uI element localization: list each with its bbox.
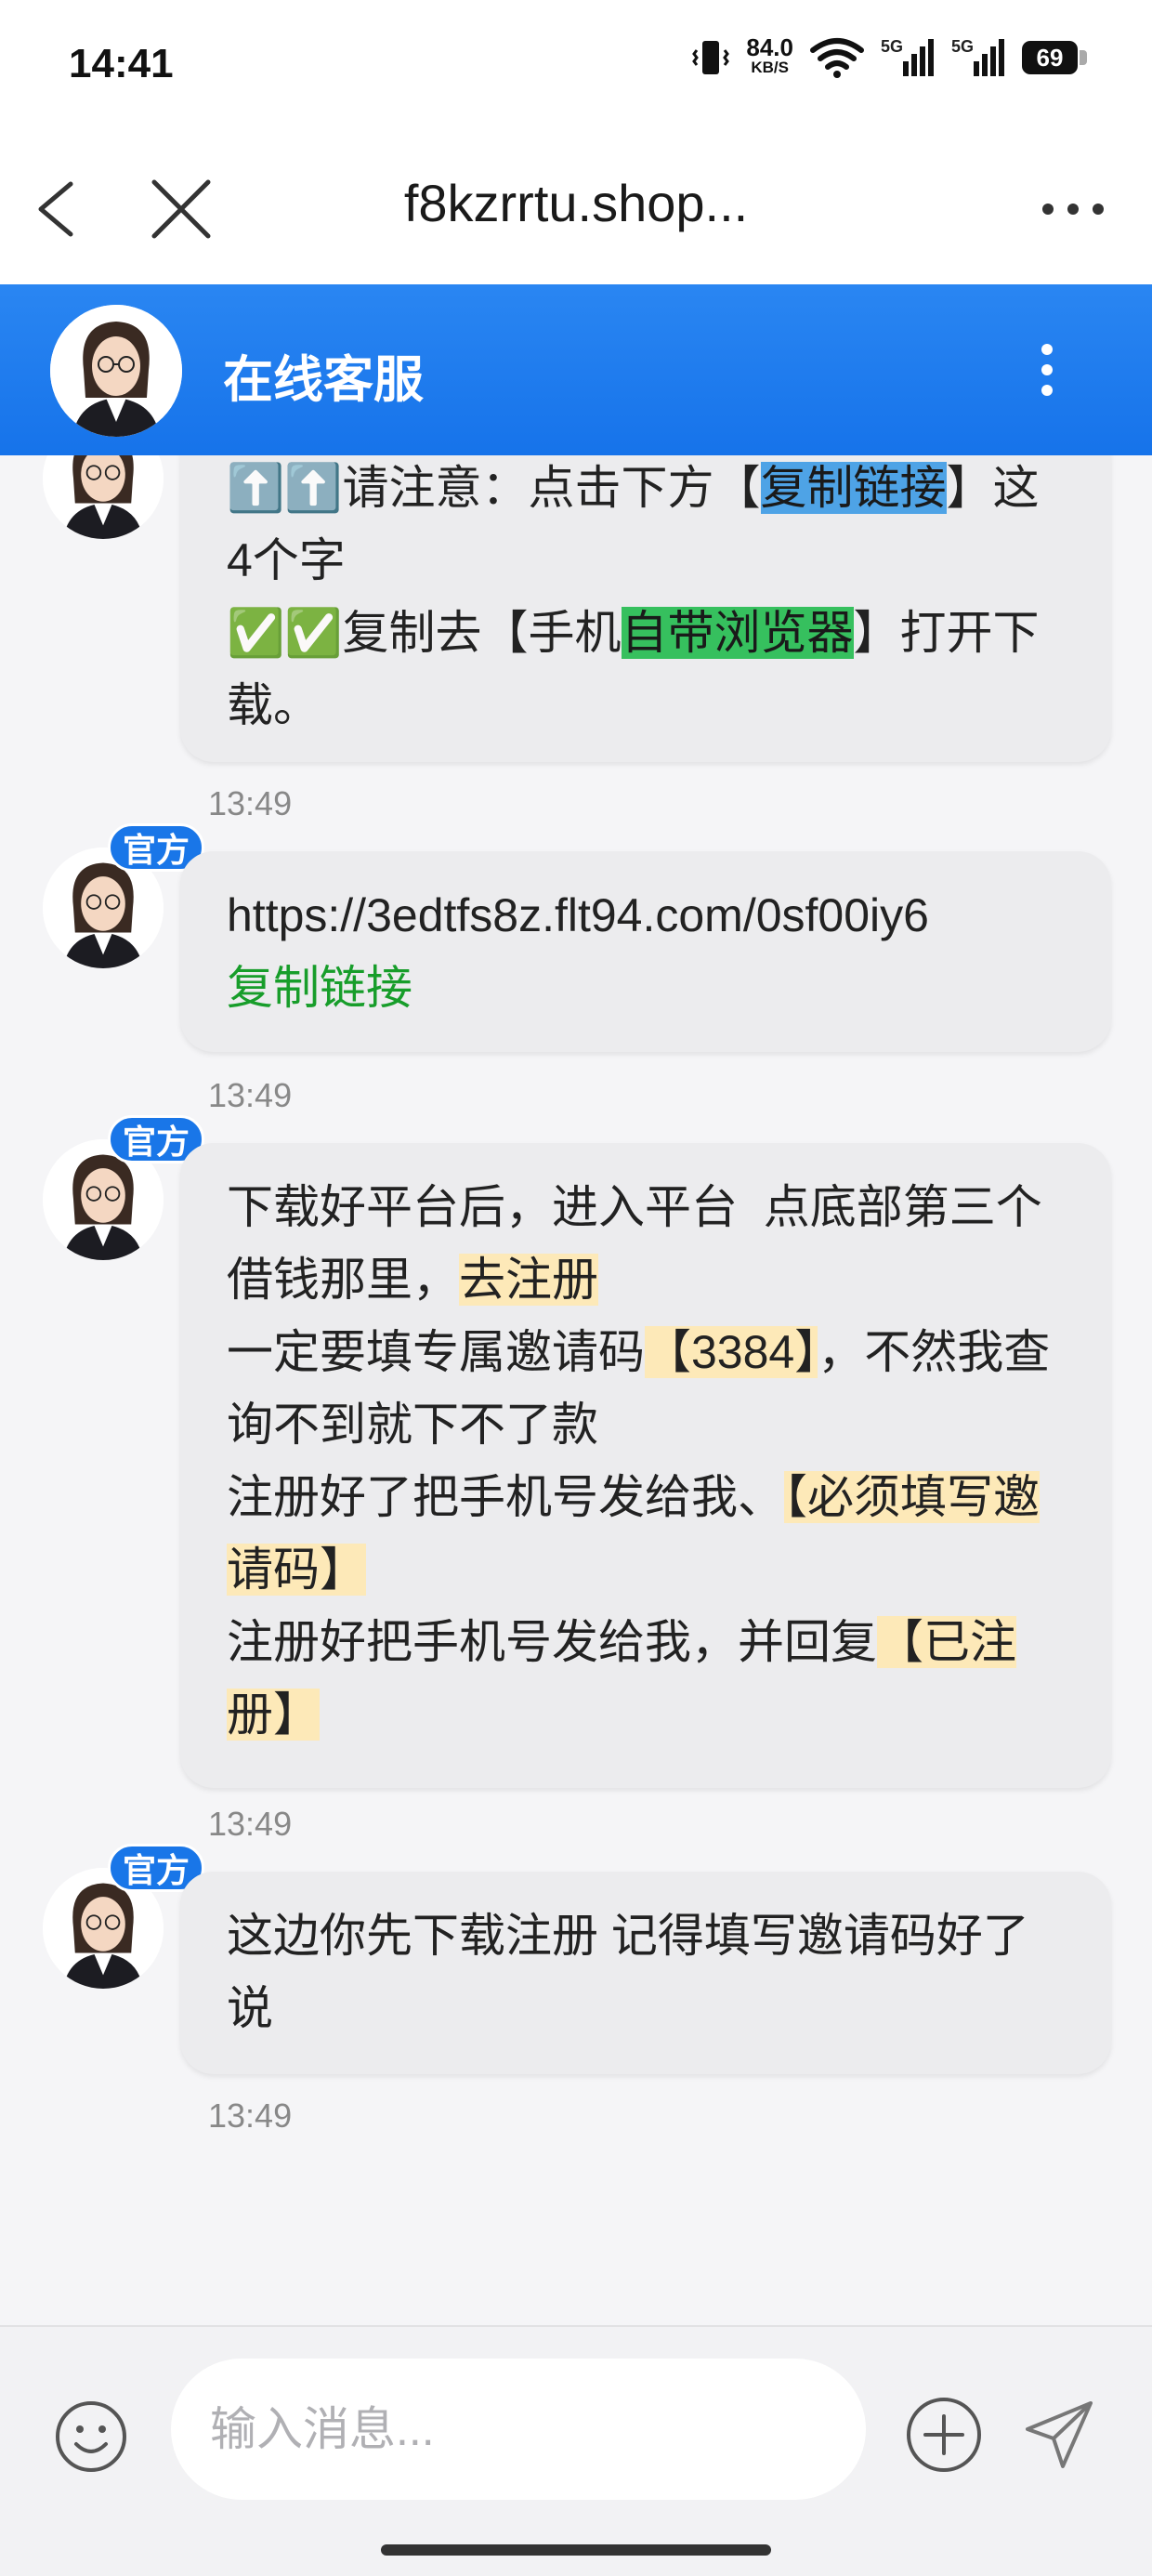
- message-timestamp: 13:49: [208, 784, 293, 822]
- battery-level: 69: [1022, 41, 1078, 74]
- page-url[interactable]: f8kzrrtu.shop...: [279, 173, 873, 233]
- message-bubble[interactable]: ⬆️⬆️请注意：点击下方【复制链接】这4个字 ✅✅复制去【手机自带浏览器】打开下…: [180, 455, 1111, 762]
- send-icon[interactable]: [1020, 2396, 1098, 2474]
- battery-indicator: 69: [1022, 41, 1087, 74]
- message-url[interactable]: https://3edtfs8z.flt94.com/0sf00iy6: [227, 889, 929, 941]
- highlight-copy-link: 复制链接: [760, 462, 947, 514]
- message-text: https://3edtfs8z.flt94.com/0sf00iy6 复制链接: [227, 879, 1065, 1024]
- agent-portrait-icon: [43, 455, 164, 539]
- message-bubble[interactable]: 这边你先下载注册 记得填写邀请码好了说: [180, 1872, 1111, 2074]
- message-segment: 注册好了把手机号发给我、: [227, 1471, 784, 1523]
- message-timestamp: 13:49: [208, 2096, 293, 2135]
- highlight-invite-code: 【3384】: [645, 1326, 818, 1378]
- wifi-icon: [810, 38, 864, 78]
- signal-2: 5G: [951, 37, 1005, 78]
- message-bubble[interactable]: 下载好平台后，进入平台 点底部第三个借钱那里，去注册 一定要填专属邀请码【338…: [180, 1143, 1111, 1788]
- message-timestamp: 13:49: [208, 1076, 293, 1114]
- signal-bars-icon: [974, 39, 1004, 76]
- highlight-browser: 自带浏览器: [621, 607, 854, 659]
- status-time: 14:41: [69, 41, 174, 86]
- message-timestamp: 13:49: [208, 1805, 293, 1843]
- status-bar: 14:41 84.0 KB/S 5G 5G 69: [0, 0, 1152, 139]
- emoji-icon[interactable]: [52, 2398, 130, 2476]
- chat-title: 在线客服: [223, 352, 424, 408]
- net-speed-unit: KB/S: [751, 59, 789, 76]
- chevron-left-icon[interactable]: [28, 177, 93, 242]
- input-bar: [0, 2325, 1152, 2576]
- message-text: 下载好平台后，进入平台 点底部第三个借钱那里，去注册 一定要填专属邀请码【338…: [227, 1171, 1065, 1751]
- plus-circle-icon[interactable]: [901, 2392, 987, 2477]
- highlight-register: 去注册: [459, 1254, 598, 1306]
- more-vertical-icon[interactable]: [1026, 342, 1068, 398]
- agent-portrait-icon: [50, 305, 182, 437]
- signal-bars-icon: [903, 39, 934, 76]
- message-segment: 下载好平台后，进入平台 点底部第三个借钱那里，: [227, 1181, 1042, 1306]
- message-input[interactable]: [171, 2359, 866, 2500]
- vibrate-icon: [692, 41, 730, 74]
- message-text: 这边你先下载注册 记得填写邀请码好了说: [227, 1910, 1029, 2034]
- close-icon[interactable]: [149, 177, 214, 242]
- copy-link-button[interactable]: 复制链接: [227, 962, 412, 1014]
- message-segment: ✅✅复制去【手机: [227, 607, 622, 659]
- message-text: ⬆️⬆️请注意：点击下方【复制链接】这4个字 ✅✅复制去【手机自带浏览器】打开下…: [227, 455, 1065, 742]
- agent-avatar[interactable]: [50, 305, 182, 437]
- message-segment: 一定要填专属邀请码: [227, 1326, 645, 1378]
- more-horizontal-icon[interactable]: [1041, 195, 1106, 223]
- browser-toolbar: f8kzrrtu.shop...: [0, 139, 1152, 284]
- battery-cap: [1080, 50, 1087, 65]
- message-bubble[interactable]: https://3edtfs8z.flt94.com/0sf00iy6 复制链接: [180, 851, 1111, 1052]
- signal-1: 5G: [881, 37, 935, 78]
- home-indicator[interactable]: [381, 2544, 771, 2556]
- message-segment: 注册好把手机号发给我，并回复: [227, 1616, 877, 1668]
- message-list[interactable]: ⬆️⬆️请注意：点击下方【复制链接】这4个字 ✅✅复制去【手机自带浏览器】打开下…: [0, 455, 1152, 2325]
- agent-avatar[interactable]: [43, 455, 164, 539]
- chat-header: 在线客服: [0, 284, 1152, 455]
- net-speed: 84.0 KB/S: [746, 35, 793, 78]
- status-icons: 84.0 KB/S 5G 5G 69: [692, 35, 1087, 78]
- message-segment: ⬆️⬆️请注意：点击下方【: [227, 462, 761, 514]
